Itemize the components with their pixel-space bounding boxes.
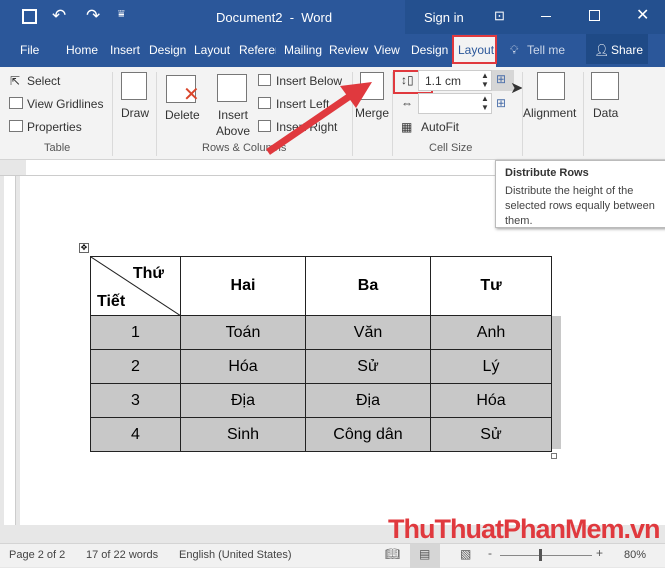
table-cell[interactable]: 1 bbox=[90, 315, 181, 350]
zoom-slider-thumb[interactable] bbox=[539, 549, 542, 561]
language-indicator[interactable]: English (United States) bbox=[179, 549, 292, 561]
zoom-in-button[interactable]: + bbox=[596, 546, 603, 560]
corner-cell[interactable]: Thứ Tiết bbox=[90, 256, 181, 316]
table-cell[interactable]: Sử bbox=[305, 349, 431, 384]
tooltip-title: Distribute Rows bbox=[505, 167, 589, 179]
table-cell[interactable]: Công dân bbox=[305, 417, 431, 452]
status-bar: Page 2 of 2 17 of 22 words English (Unit… bbox=[0, 543, 665, 568]
table-cell[interactable]: Địa bbox=[305, 383, 431, 418]
table-cell[interactable]: Lý bbox=[430, 349, 552, 384]
zoom-out-button[interactable]: - bbox=[488, 546, 492, 560]
header-cell[interactable]: Hai bbox=[180, 256, 306, 316]
vertical-ruler[interactable] bbox=[4, 176, 16, 525]
zoom-slider[interactable] bbox=[500, 555, 592, 556]
header-cell[interactable]: Ba bbox=[305, 256, 431, 316]
watermark-logo: ThuThuatPhanMem.vn bbox=[388, 516, 660, 543]
table-cell[interactable]: Anh bbox=[430, 315, 552, 350]
web-layout-icon[interactable]: ▧ bbox=[460, 547, 471, 561]
corner-top-label: Thứ bbox=[132, 265, 164, 282]
print-layout-icon: ▤ bbox=[419, 547, 431, 561]
table-cell[interactable]: Hóa bbox=[430, 383, 552, 418]
page-indicator[interactable]: Page 2 of 2 bbox=[9, 549, 65, 561]
zoom-level[interactable]: 80% bbox=[624, 549, 646, 561]
tooltip: Distribute Rows Distribute the height of… bbox=[495, 160, 665, 228]
table-row: 2 Hóa Sử Lý bbox=[90, 349, 552, 384]
table-cell[interactable]: Sử bbox=[430, 417, 552, 452]
table-cell[interactable]: Hóa bbox=[180, 349, 306, 384]
table-cell[interactable]: Sinh bbox=[180, 417, 306, 452]
table-cell[interactable]: 3 bbox=[90, 383, 181, 418]
timetable[interactable]: Thứ Tiết Hai Ba Tư 1 Toán Văn Anh 2 Hóa Sử Lý … bbox=[90, 256, 552, 452]
table-cell[interactable]: 2 bbox=[90, 349, 181, 384]
table-row: 1 Toán Văn Anh bbox=[90, 315, 552, 350]
table-row: 4 Sinh Công dân Sử bbox=[90, 417, 552, 452]
table-row: 3 Địa Địa Hóa bbox=[90, 383, 552, 418]
header-cell[interactable]: Tư bbox=[430, 256, 552, 316]
read-mode-icon[interactable]: 📖︎ bbox=[385, 547, 400, 561]
table-cell[interactable]: 4 bbox=[90, 417, 181, 452]
table-cell[interactable]: Địa bbox=[180, 383, 306, 418]
word-count[interactable]: 17 of 22 words bbox=[86, 549, 158, 561]
tooltip-body: Distribute the height of the selected ro… bbox=[505, 185, 655, 227]
table-move-handle[interactable]: ✥ bbox=[79, 243, 89, 253]
table-resize-handle[interactable] bbox=[551, 453, 557, 459]
table-cell[interactable]: Toán bbox=[180, 315, 306, 350]
corner-bottom-label: Tiết bbox=[97, 293, 126, 310]
table-cell[interactable]: Văn bbox=[305, 315, 431, 350]
